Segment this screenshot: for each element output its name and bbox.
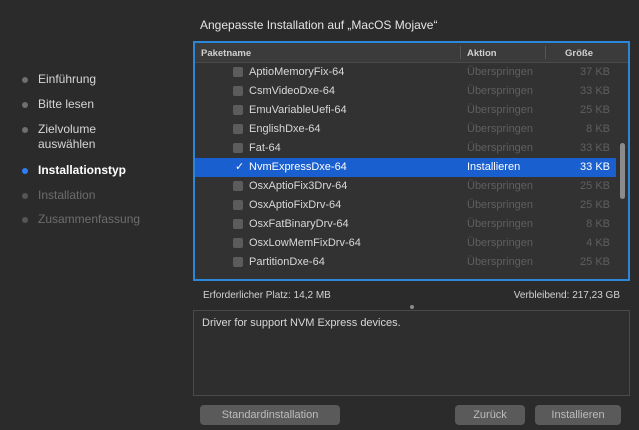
package-action: Überspringen (467, 199, 534, 211)
package-name: CsmVideoDxe-64 (249, 85, 336, 97)
package-name: PartitionDxe-64 (249, 256, 325, 268)
checkbox[interactable] (233, 67, 243, 77)
table-row[interactable]: OsxLowMemFixDrv-64 Überspringen 4 KB (195, 234, 616, 253)
step-label: Zusammenfassung (38, 212, 141, 226)
step-bullet-icon (22, 193, 28, 199)
table-row[interactable]: OsxFatBinaryDrv-64 Überspringen 8 KB (195, 215, 616, 234)
package-size: 25 KB (580, 199, 610, 211)
package-action: Überspringen (467, 123, 534, 135)
vertical-scrollbar[interactable] (620, 143, 625, 199)
table-row[interactable]: PartitionDxe-64 Überspringen 25 KB (195, 253, 616, 272)
package-action: Installieren (467, 161, 521, 173)
package-size: 4 KB (586, 237, 610, 249)
package-name: EmuVariableUefi-64 (249, 104, 347, 116)
checkbox[interactable] (233, 86, 243, 96)
package-name: AptioMemoryFix-64 (249, 66, 345, 78)
standard-install-button[interactable]: Standardinstallation (200, 405, 340, 425)
split-view-handle[interactable] (410, 305, 414, 309)
table-header: Paketname Aktion Größe (195, 43, 628, 63)
install-button[interactable]: Installieren (535, 405, 621, 425)
table-row[interactable]: EnglishDxe-64 Überspringen 8 KB (195, 120, 616, 139)
checkbox[interactable] (233, 200, 243, 210)
checkbox[interactable] (233, 257, 243, 267)
table-row[interactable]: Fat-64 Überspringen 33 KB (195, 139, 616, 158)
table-row[interactable]: OsxAptioFix3Drv-64 Überspringen 25 KB (195, 177, 616, 196)
package-name: OsxAptioFix3Drv-64 (249, 180, 348, 192)
step-bullet-icon (22, 127, 28, 133)
column-header-package-name[interactable]: Paketname (201, 48, 251, 59)
package-action: Überspringen (467, 66, 534, 78)
step-bullet-icon (22, 102, 28, 108)
step-label: Installation (38, 188, 96, 202)
step-installation-type: Installationstyp (22, 163, 148, 178)
checkbox[interactable] (233, 238, 243, 248)
remaining-space-label: Verbleibend: (513, 290, 570, 301)
package-size: 25 KB (580, 104, 610, 116)
step-summary: Zusammenfassung (22, 212, 148, 227)
table-row[interactable]: EmuVariableUefi-64 Überspringen 25 KB (195, 101, 616, 120)
step-bullet-icon (22, 217, 28, 223)
package-size: 37 KB (580, 66, 610, 78)
package-size: 25 KB (580, 256, 610, 268)
package-description-panel: Driver for support NVM Express devices. (193, 310, 630, 396)
step-bullet-icon (22, 77, 28, 83)
remaining-space-value: 217,23 GB (572, 290, 620, 301)
package-size: 25 KB (580, 180, 610, 192)
step-destination-select: Zielvolume auswählen (22, 122, 148, 152)
checkbox[interactable] (233, 181, 243, 191)
package-action: Überspringen (467, 104, 534, 116)
column-divider (460, 46, 461, 59)
table-row-selected[interactable]: ✓ NvmExpressDxe-64 Installieren 33 KB (195, 158, 616, 177)
step-introduction: Einführung (22, 72, 148, 87)
step-label: Bitte lesen (38, 97, 95, 111)
required-space-value: 14,2 MB (293, 290, 331, 301)
package-size: 33 KB (580, 142, 610, 154)
checkbox[interactable] (233, 105, 243, 115)
step-bullet-icon (22, 168, 28, 174)
package-name: Fat-64 (249, 142, 281, 154)
package-action: Überspringen (467, 180, 534, 192)
package-name: OsxAptioFixDrv-64 (249, 199, 342, 211)
package-name: OsxFatBinaryDrv-64 (249, 218, 349, 230)
package-name: NvmExpressDxe-64 (249, 161, 347, 173)
package-name: OsxLowMemFixDrv-64 (249, 237, 361, 249)
back-button[interactable]: Zurück (455, 405, 525, 425)
step-installation: Installation (22, 188, 148, 203)
package-table[interactable]: Paketname Aktion Größe AptioMemoryFix-64… (193, 41, 630, 281)
package-action: Überspringen (467, 256, 534, 268)
step-label: Einführung (38, 72, 97, 86)
package-action: Überspringen (467, 85, 534, 97)
column-divider (545, 46, 546, 59)
package-size: 33 KB (580, 161, 610, 173)
checkbox[interactable] (233, 124, 243, 134)
step-label: Installationstyp (38, 163, 127, 177)
package-action: Überspringen (467, 218, 534, 230)
package-action: Überspringen (467, 142, 534, 154)
column-header-size[interactable]: Größe (565, 48, 593, 59)
table-row[interactable]: AptioMemoryFix-64 Überspringen 37 KB (195, 63, 616, 82)
installer-steps-sidebar: Einführung Bitte lesen Zielvolume auswäh… (0, 0, 190, 430)
column-header-action[interactable]: Aktion (467, 48, 497, 59)
checkbox[interactable] (233, 143, 243, 153)
checkbox[interactable] (233, 219, 243, 229)
disk-space-info: Erforderlicher Platz: 14,2 MB Verbleiben… (193, 283, 630, 307)
package-name: EnglishDxe-64 (249, 123, 321, 135)
package-size: 33 KB (580, 85, 610, 97)
table-row[interactable]: CsmVideoDxe-64 Überspringen 33 KB (195, 82, 616, 101)
package-size: 8 KB (586, 218, 610, 230)
table-row[interactable]: OsxAptioFixDrv-64 Überspringen 25 KB (195, 196, 616, 215)
step-label: Zielvolume auswählen (38, 122, 97, 151)
package-action: Überspringen (467, 237, 534, 249)
step-read-me: Bitte lesen (22, 97, 148, 112)
required-space-label: Erforderlicher Platz: (203, 290, 291, 301)
page-title: Angepasste Installation auf „MacOS Mojav… (200, 18, 438, 32)
package-description: Driver for support NVM Express devices. (202, 317, 401, 329)
required-space: Erforderlicher Platz: 14,2 MB (203, 290, 331, 301)
remaining-space: Verbleibend: 217,23 GB (514, 290, 620, 301)
package-size: 8 KB (586, 123, 610, 135)
checkmark-icon[interactable]: ✓ (235, 160, 244, 173)
